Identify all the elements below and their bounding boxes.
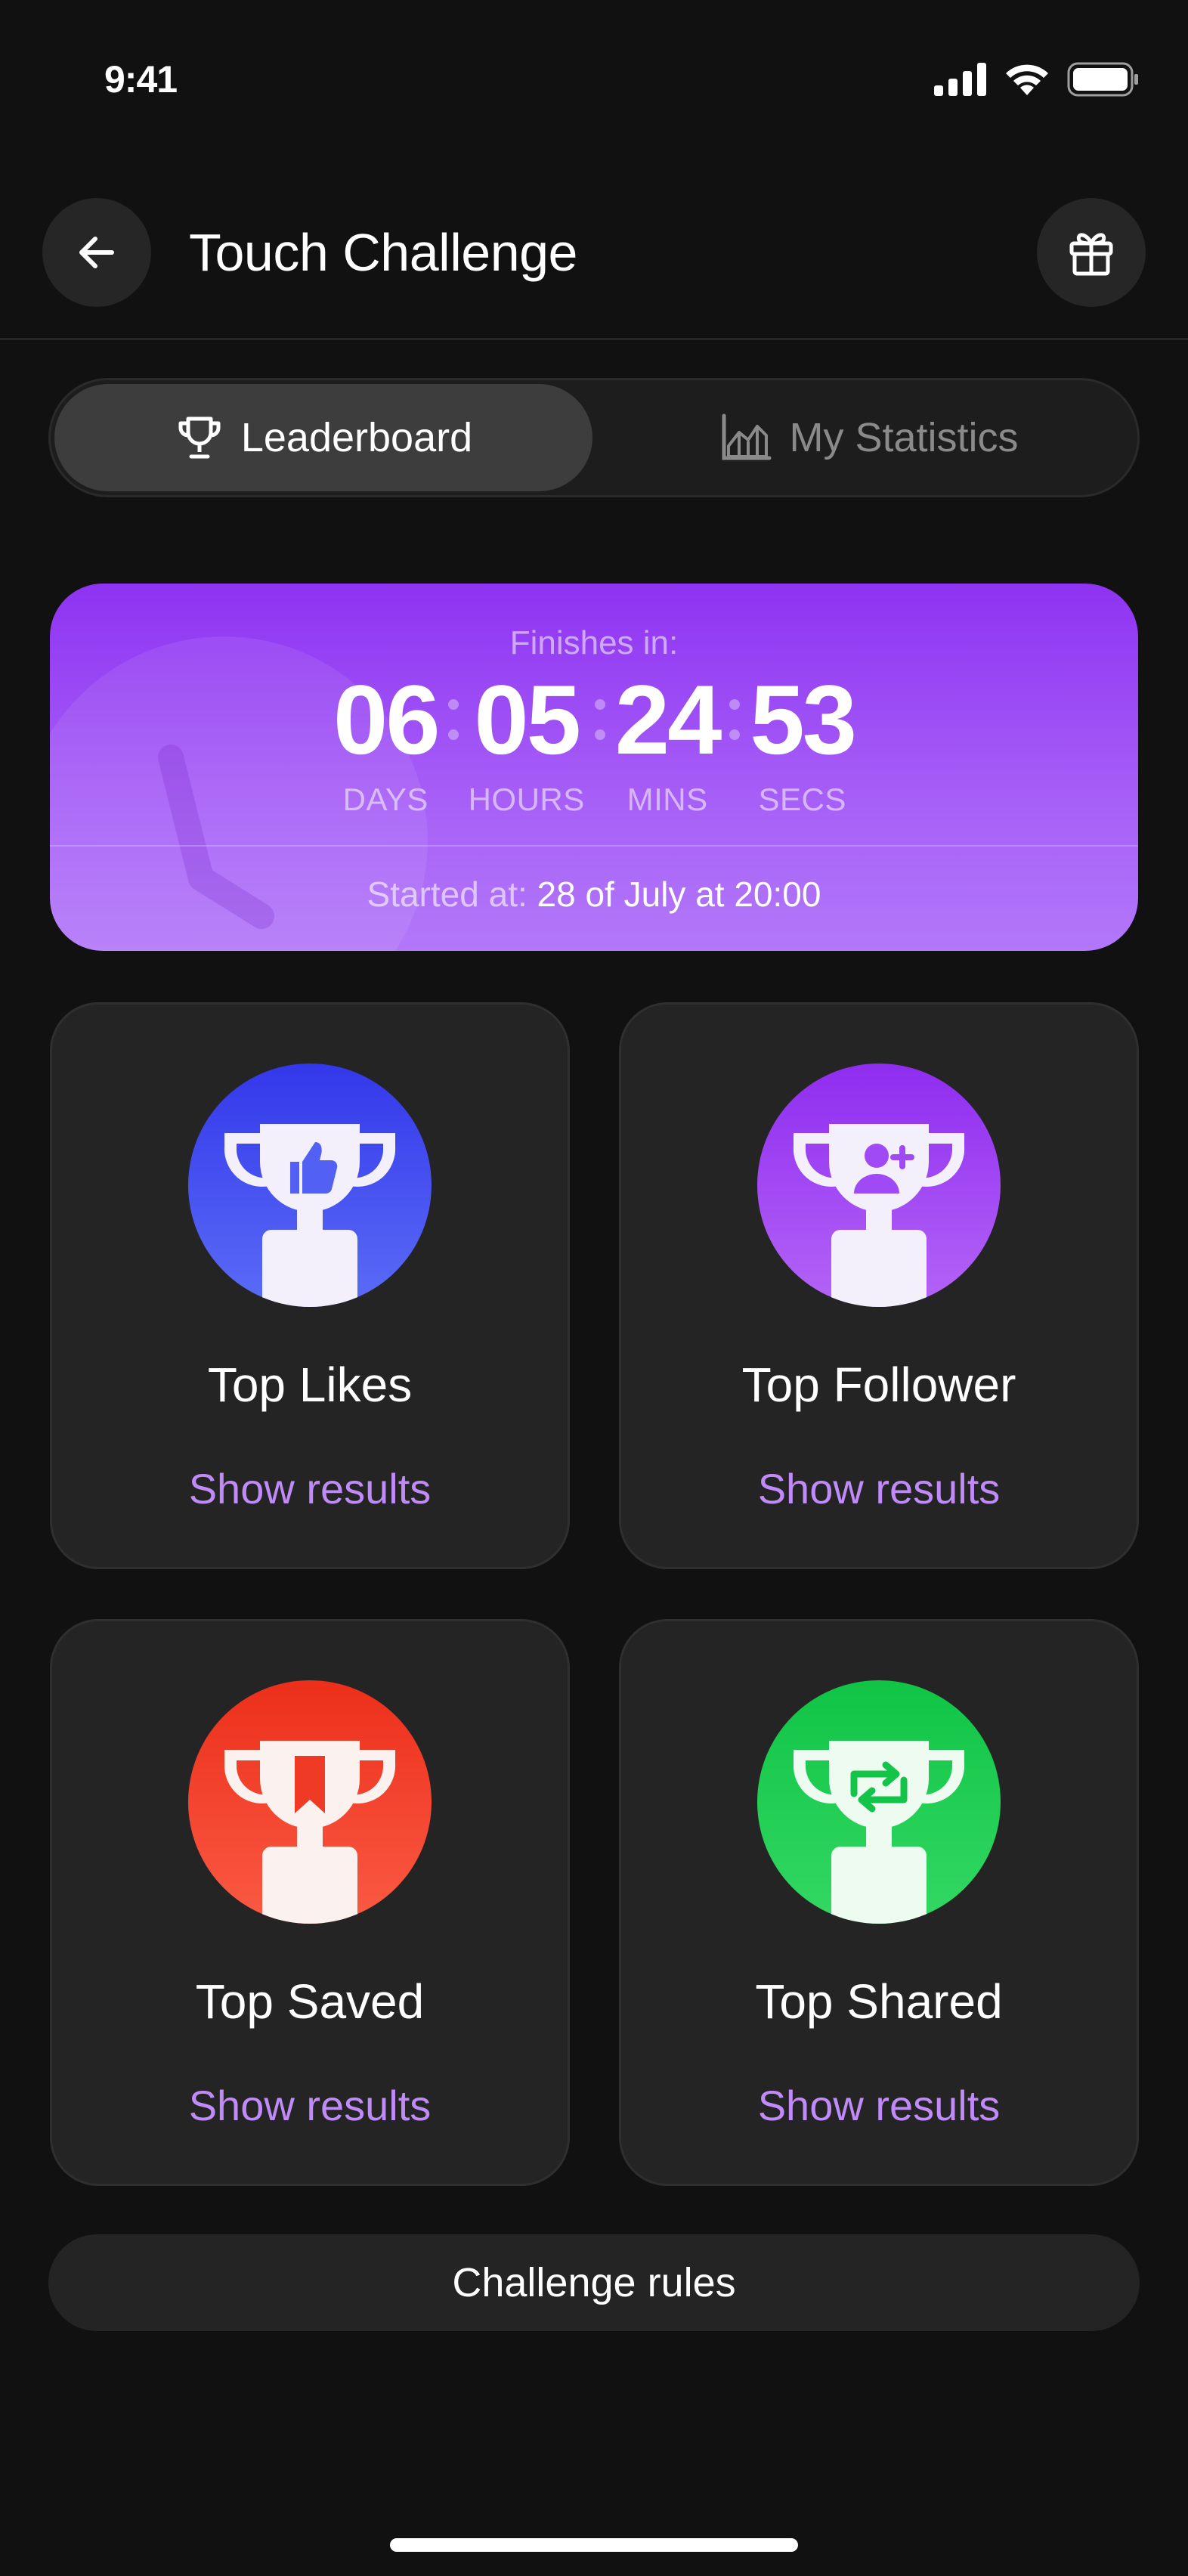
countdown-days: 06 DAYS	[333, 664, 441, 818]
secs-value: 53	[750, 664, 857, 775]
card-title: Top Follower	[741, 1358, 1016, 1412]
card-top-saved[interactable]: Top Saved Show results	[50, 1619, 570, 2186]
repost-trophy-icon	[757, 1680, 1001, 1924]
statistics-chart-icon	[722, 413, 772, 460]
secs-label: SECS	[758, 782, 846, 817]
status-time: 9:41	[104, 58, 178, 101]
wifi-icon	[1006, 64, 1048, 95]
hours-value: 05	[474, 664, 581, 775]
header-divider	[0, 338, 1188, 340]
mins-value: 24	[614, 664, 722, 775]
back-button[interactable]	[42, 198, 151, 307]
days-label: DAYS	[342, 782, 428, 817]
home-indicator[interactable]	[390, 2538, 798, 2552]
countdown-digits: 06 DAYS 05 HOURS 24 MINS 53 SECS	[50, 667, 1138, 818]
challenge-rules-button[interactable]: Challenge rules	[48, 2234, 1140, 2331]
battery-icon	[1067, 62, 1138, 97]
gift-button[interactable]	[1037, 198, 1146, 307]
colon-separator	[719, 667, 750, 772]
countdown-card: Finishes in: 06 DAYS 05 HOURS 24 MINS 53…	[50, 584, 1138, 951]
card-title: Top Shared	[755, 1974, 1003, 2029]
tab-leaderboard[interactable]: Leaderboard	[54, 384, 592, 491]
bookmark-trophy-icon	[188, 1680, 432, 1924]
arrow-left-icon	[79, 237, 114, 268]
card-top-follower[interactable]: Top Follower Show results	[619, 1002, 1139, 1569]
countdown-mins: 24 MINS	[614, 664, 722, 818]
countdown-hours: 05 HOURS	[469, 667, 585, 818]
colon-separator	[585, 667, 615, 772]
hours-label: HOURS	[468, 782, 585, 817]
started-value: 28 of July at 20:00	[537, 875, 821, 914]
page-title: Touch Challenge	[189, 223, 577, 282]
thumbs-up-trophy-icon	[188, 1064, 432, 1307]
days-value: 06	[333, 664, 441, 775]
tab-my-statistics-label: My Statistics	[789, 415, 1019, 460]
show-results-link[interactable]: Show results	[621, 1464, 1137, 1513]
countdown-divider	[50, 845, 1138, 847]
mins-label: MINS	[626, 782, 708, 817]
started-at: Started at: 28 of July at 20:00	[50, 874, 1138, 915]
started-prefix: Started at:	[367, 875, 527, 914]
show-results-link[interactable]: Show results	[621, 2081, 1137, 2130]
card-top-likes[interactable]: Top Likes Show results	[50, 1002, 570, 1569]
cellular-signal-icon	[934, 63, 986, 96]
tab-leaderboard-label: Leaderboard	[240, 415, 473, 460]
tab-my-statistics[interactable]: My Statistics	[605, 384, 1134, 491]
show-results-link[interactable]: Show results	[52, 2081, 568, 2130]
gift-icon	[1069, 233, 1113, 276]
add-user-trophy-icon	[757, 1064, 1001, 1307]
status-icons	[934, 62, 1140, 97]
colon-separator	[438, 667, 469, 772]
countdown-secs: 53 SECS	[750, 664, 857, 818]
show-results-link[interactable]: Show results	[52, 1464, 568, 1513]
finishes-label: Finishes in:	[509, 624, 679, 661]
trophy-icon	[178, 416, 221, 459]
card-top-shared[interactable]: Top Shared Show results	[619, 1619, 1139, 2186]
card-title: Top Likes	[207, 1358, 413, 1412]
card-title: Top Saved	[195, 1974, 425, 2029]
challenge-rules-label: Challenge rules	[452, 2260, 736, 2305]
